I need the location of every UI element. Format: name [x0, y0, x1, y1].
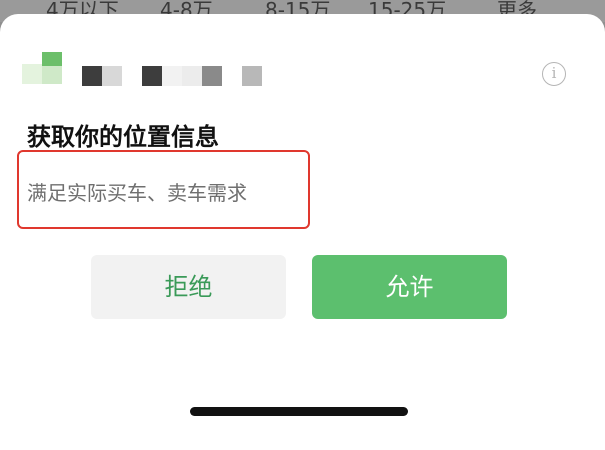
location-permission-sheet: i	[0, 14, 605, 450]
app-logo-icon	[22, 52, 62, 86]
allow-button[interactable]: 允许	[312, 255, 507, 319]
app-name-redacted	[82, 66, 272, 86]
home-indicator[interactable]	[190, 407, 408, 416]
page: 4万以下 4-8万 8-15万 15-25万 更多 i 获取你的位置信息 满足实…	[0, 0, 605, 450]
reject-button[interactable]: 拒绝	[91, 255, 286, 319]
dialog-title: 获取你的位置信息	[27, 123, 219, 151]
info-icon[interactable]: i	[542, 62, 566, 86]
dialog-description: 满足实际买车、卖车需求	[27, 181, 247, 205]
